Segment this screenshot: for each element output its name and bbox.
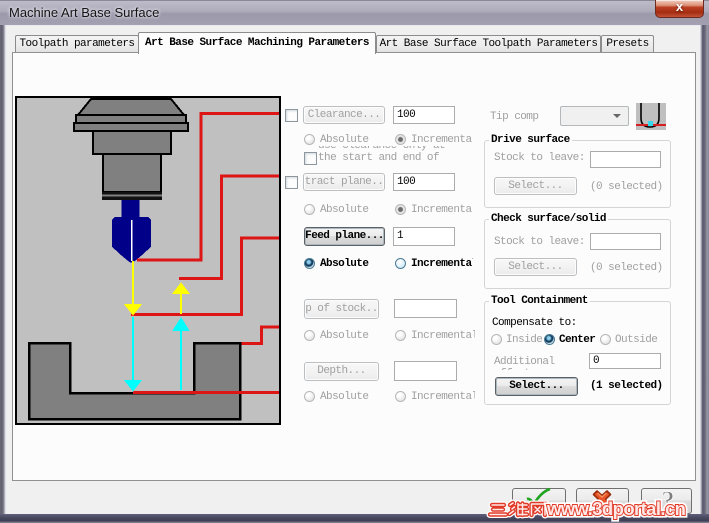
- svg-text:www.3dportal.cn: www.3dportal.cn: [546, 498, 686, 519]
